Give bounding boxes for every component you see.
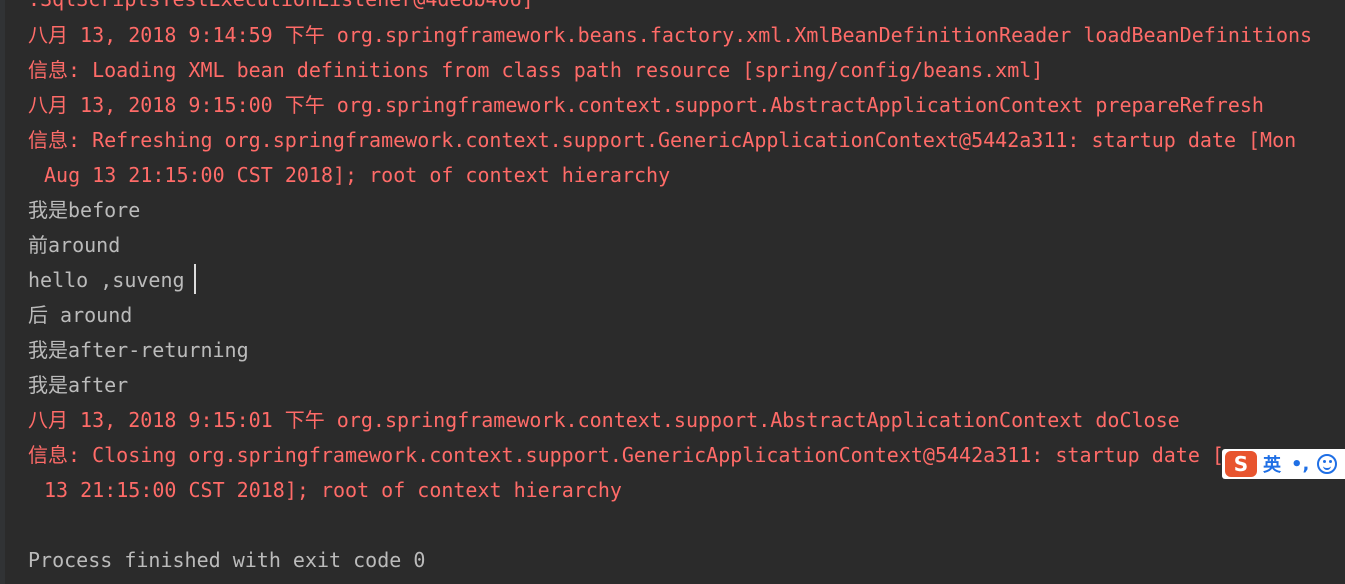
console-line: Process finished with exit code 0: [28, 548, 426, 572]
console-line: 我是after: [28, 373, 129, 397]
ime-punctuation-toggle[interactable]: •,: [1291, 454, 1309, 475]
console-line: 八月 13, 2018 9:14:59 下午 org.springframewo…: [28, 23, 1313, 47]
sogou-logo-icon[interactable]: S: [1225, 451, 1257, 477]
console-line: 我是after-returning: [28, 338, 249, 362]
console-line: 信息: Refreshing org.springframework.conte…: [28, 128, 1297, 152]
run-console[interactable]: .SqlScriptsTestExecutionListener@4de8b40…: [0, 0, 1345, 584]
console-line: 后 around: [28, 303, 133, 327]
console-line: 前around: [28, 233, 121, 257]
console-line: hello ,suveng: [28, 268, 185, 292]
console-line: 13 21:15:00 CST 2018]; root of context h…: [44, 478, 622, 502]
console-line: 八月 13, 2018 9:15:00 下午 org.springframewo…: [28, 93, 1264, 117]
text-caret: [194, 264, 196, 294]
console-line: 八月 13, 2018 9:15:01 下午 org.springframewo…: [28, 408, 1180, 432]
console-line: 信息: Loading XML bean definitions from cl…: [28, 58, 1044, 82]
smiley-icon[interactable]: [1317, 454, 1338, 474]
ime-language-toggle[interactable]: 英: [1263, 451, 1281, 477]
console-gutter: [0, 0, 5, 584]
console-line: 我是before: [28, 198, 141, 222]
console-line: .SqlScriptsTestExecutionListener@4de8b40…: [28, 0, 534, 17]
console-line: Aug 13 21:15:00 CST 2018]; root of conte…: [44, 163, 671, 187]
ime-toolbar[interactable]: S 英 •,: [1222, 449, 1345, 479]
console-line: 信息: Closing org.springframework.context.…: [28, 443, 1224, 467]
